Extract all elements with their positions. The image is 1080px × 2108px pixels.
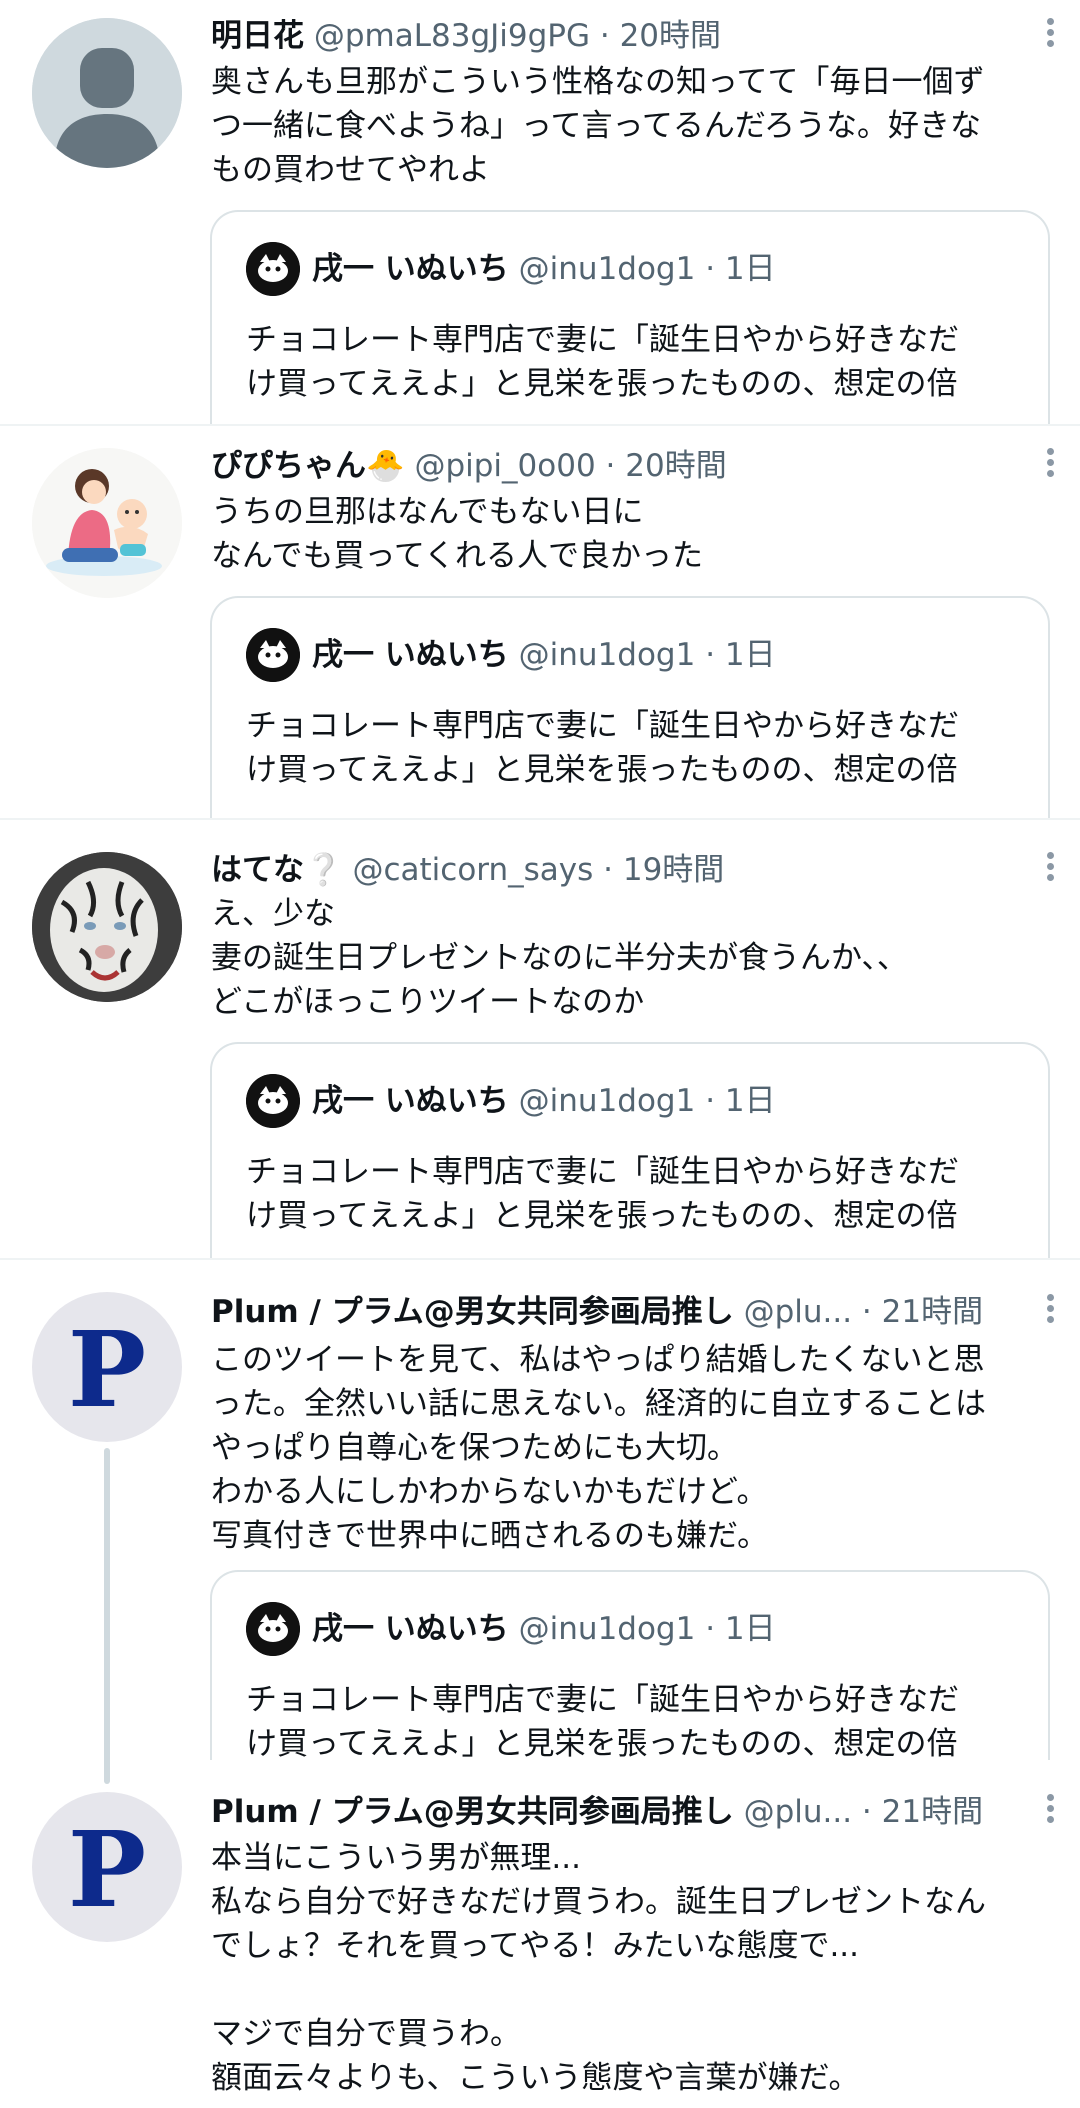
quote-text: チョコレート専門店で妻に「誕生日やから好きなだ け買ってええよ」と見栄を張ったも… bbox=[246, 1682, 959, 1760]
tweet[interactable]: ぴぴちゃん🐣 @pipi_0o00 · 20時間 うちの旦那はなんでもない日に … bbox=[0, 426, 1080, 818]
display-name: 戌一 いぬいち bbox=[312, 1083, 509, 1119]
default-user-icon bbox=[32, 18, 182, 168]
tweet-text: え、少な 妻の誕生日プレゼントなのに半分夫が食うんか、、 どこがほっこりツイート… bbox=[211, 896, 908, 1020]
display-name[interactable]: はてな bbox=[211, 852, 304, 888]
more-vertical-icon[interactable] bbox=[1042, 1790, 1058, 1834]
display-name: 戌一 いぬいち bbox=[312, 637, 509, 673]
tweet-text: うちの旦那はなんでもない日に なんでも買ってくれる人で良かった bbox=[211, 494, 703, 574]
tweet-text: このツイートを見て、私はやっぱり結婚したくないと思 った。全然いい話に思えない。… bbox=[211, 1342, 986, 1554]
timestamp[interactable]: · 19時間 bbox=[603, 852, 724, 888]
user-handle: @inu1dog1 bbox=[518, 251, 696, 287]
avatar bbox=[246, 1074, 300, 1128]
tweet[interactable]: P Plum / プラム@男女共同参画局推し @plu... · 21時間 本当… bbox=[0, 1760, 1080, 2108]
timestamp: · 1日 bbox=[705, 251, 776, 287]
timestamp[interactable]: · 21時間 bbox=[862, 1794, 983, 1830]
tweet[interactable]: P Plum / プラム@男女共同参画局推し @plu... · 21時間 この… bbox=[0, 1260, 1080, 1760]
user-handle: @inu1dog1 bbox=[518, 637, 696, 673]
quoted-tweet[interactable]: 戌一 いぬいち @inu1dog1 · 1日 チョコレート専門店で妻に「誕生日や… bbox=[210, 210, 1050, 424]
avatar bbox=[246, 1602, 300, 1656]
avatar bbox=[246, 628, 300, 682]
white-tiger-photo bbox=[32, 852, 182, 1002]
timestamp: · 1日 bbox=[705, 637, 776, 673]
dog-logo-icon bbox=[246, 242, 300, 296]
display-name: 戌一 いぬいち bbox=[312, 251, 509, 287]
more-vertical-icon[interactable] bbox=[1042, 1290, 1058, 1334]
quote-header: 戌一 いぬいち @inu1dog1 · 1日 bbox=[312, 628, 776, 682]
more-vertical-icon[interactable] bbox=[1042, 444, 1058, 488]
user-handle[interactable]: @pipi_0o00 bbox=[414, 448, 595, 484]
quote-header: 戌一 いぬいち @inu1dog1 · 1日 bbox=[312, 1602, 776, 1656]
display-name[interactable]: 明日花 bbox=[211, 18, 304, 54]
tweet-header: はてな❔ @caticorn_says · 19時間 bbox=[211, 848, 1040, 892]
avatar[interactable] bbox=[32, 18, 182, 168]
user-handle[interactable]: @plu... bbox=[744, 1794, 853, 1830]
avatar[interactable]: P bbox=[32, 1292, 182, 1442]
quoted-tweet[interactable]: 戌一 いぬいち @inu1dog1 · 1日 チョコレート専門店で妻に「誕生日や… bbox=[210, 1570, 1050, 1760]
avatar-letter: P bbox=[67, 1808, 147, 1931]
dog-logo-icon bbox=[246, 1074, 300, 1128]
user-handle[interactable]: @caticorn_says bbox=[352, 852, 593, 888]
user-handle[interactable]: @plu... bbox=[744, 1294, 853, 1330]
mother-baby-illustration bbox=[32, 448, 182, 598]
user-handle: @inu1dog1 bbox=[518, 1083, 696, 1119]
quoted-tweet[interactable]: 戌一 いぬいち @inu1dog1 · 1日 チョコレート専門店で妻に「誕生日や… bbox=[210, 596, 1050, 818]
user-handle: @inu1dog1 bbox=[518, 1611, 696, 1647]
timestamp[interactable]: · 20時間 bbox=[600, 18, 721, 54]
tweet-text: 奥さんも旦那がこういう性格なの知ってて「毎日一個ず つ一緒に食べようね」って言っ… bbox=[211, 64, 985, 188]
quote-header: 戌一 いぬいち @inu1dog1 · 1日 bbox=[312, 1074, 776, 1128]
dog-logo-icon bbox=[246, 1602, 300, 1656]
more-vertical-icon[interactable] bbox=[1042, 848, 1058, 892]
avatar bbox=[246, 242, 300, 296]
avatar[interactable] bbox=[32, 852, 182, 1002]
tweet-text: 本当にこういう男が無理... 私なら自分で好きなだけ買うわ。誕生日プレゼントなん… bbox=[211, 1840, 986, 2096]
quoted-tweet[interactable]: 戌一 いぬいち @inu1dog1 · 1日 チョコレート専門店で妻に「誕生日や… bbox=[210, 1042, 1050, 1258]
timestamp: · 1日 bbox=[705, 1611, 776, 1647]
question-emoji: ❔ bbox=[304, 852, 343, 888]
display-name: 戌一 いぬいち bbox=[312, 1611, 509, 1647]
dog-logo-icon bbox=[246, 628, 300, 682]
chick-emoji: 🐣 bbox=[366, 448, 405, 484]
timestamp: · 1日 bbox=[705, 1083, 776, 1119]
avatar[interactable] bbox=[32, 448, 182, 598]
timestamp[interactable]: · 21時間 bbox=[862, 1294, 983, 1330]
user-handle[interactable]: @pmaL83gJi9gPG bbox=[314, 18, 590, 54]
timestamp[interactable]: · 20時間 bbox=[606, 448, 727, 484]
tweet[interactable]: 明日花 @pmaL83gJi9gPG · 20時間 奥さんも旦那がこういう性格な… bbox=[0, 0, 1080, 424]
avatar-letter: P bbox=[67, 1308, 147, 1431]
quote-text: チョコレート専門店で妻に「誕生日やから好きなだ け買ってええよ」と見栄を張ったも… bbox=[246, 1154, 959, 1234]
display-name[interactable]: Plum / プラム@男女共同参画局推し bbox=[211, 1294, 734, 1330]
display-name[interactable]: Plum / プラム@男女共同参画局推し bbox=[211, 1794, 734, 1830]
quote-text: チョコレート専門店で妻に「誕生日やから好きなだ け買ってええよ」と見栄を張ったも… bbox=[246, 322, 959, 402]
display-name[interactable]: ぴぴちゃん bbox=[211, 448, 366, 484]
tweet-header: Plum / プラム@男女共同参画局推し @plu... · 21時間 bbox=[211, 1290, 1040, 1334]
tweet-header: Plum / プラム@男女共同参画局推し @plu... · 21時間 bbox=[211, 1790, 1040, 1834]
tweet-header: ぴぴちゃん🐣 @pipi_0o00 · 20時間 bbox=[211, 444, 1040, 488]
tweet[interactable]: はてな❔ @caticorn_says · 19時間 え、少な 妻の誕生日プレゼ… bbox=[0, 820, 1080, 1258]
avatar[interactable]: P bbox=[32, 1792, 182, 1942]
quote-text: チョコレート専門店で妻に「誕生日やから好きなだ け買ってええよ」と見栄を張ったも… bbox=[246, 708, 959, 788]
tweet-header: 明日花 @pmaL83gJi9gPG · 20時間 bbox=[211, 14, 1040, 58]
more-vertical-icon[interactable] bbox=[1042, 14, 1058, 58]
quote-header: 戌一 いぬいち @inu1dog1 · 1日 bbox=[312, 242, 776, 296]
